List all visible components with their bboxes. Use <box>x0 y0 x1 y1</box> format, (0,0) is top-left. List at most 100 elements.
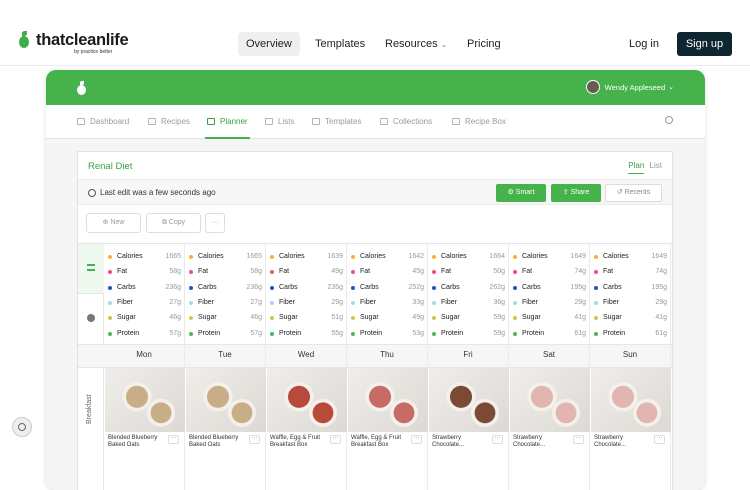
meal-image[interactable] <box>348 368 428 432</box>
tab-planner[interactable]: Planner <box>207 117 248 126</box>
view-plan[interactable]: Plan <box>628 161 645 174</box>
tab-dashboard[interactable]: Dashboard <box>77 117 129 126</box>
nutrient-name: Fiber <box>522 299 538 306</box>
tab-recipes[interactable]: Recipes <box>148 117 190 126</box>
nutrient-name: Fat <box>603 268 614 275</box>
nutrient-value: 236g <box>165 284 181 291</box>
meal-more-button[interactable]: ··· <box>330 435 341 444</box>
nutrient-row: Fat 49g <box>270 264 343 279</box>
nutrient-dot-icon <box>108 285 112 290</box>
avatar <box>585 80 600 94</box>
nutrient-row: Fiber 27g <box>189 295 262 310</box>
recipes-icon <box>148 118 156 125</box>
pie-chart-icon[interactable] <box>87 314 95 322</box>
nutrient-row: Fat 74g <box>513 264 586 279</box>
meal-image[interactable] <box>429 368 509 432</box>
nutrient-row: Fiber 29g <box>594 295 667 310</box>
meal-image[interactable] <box>105 368 185 432</box>
app-logo-icon[interactable] <box>77 81 86 95</box>
more-options-button[interactable]: ··· <box>205 213 225 233</box>
meal-image[interactable] <box>510 368 590 432</box>
meal-image[interactable] <box>186 368 266 432</box>
list-icon <box>87 264 95 271</box>
tab-recipe-box[interactable]: Recipe Box <box>452 117 506 126</box>
tab-templates[interactable]: Templates <box>312 117 361 126</box>
tab-lists[interactable]: Lists <box>265 117 294 126</box>
meal-image[interactable] <box>267 368 347 432</box>
nutrient-name: Protein <box>441 330 464 337</box>
nutrient-name: Carbs <box>441 284 460 291</box>
nutrient-name: Fiber <box>360 299 376 306</box>
meal-more-button[interactable]: ··· <box>492 435 503 444</box>
meal-name[interactable]: Strawberry Chocolate... <box>432 435 492 449</box>
nutrition-list-icon-cell[interactable] <box>78 244 104 294</box>
nutrient-row: Calories 1665 <box>108 249 181 264</box>
meal-name[interactable]: Blended Blueberry Baked Oats <box>189 435 249 449</box>
nutrient-name: Calories <box>603 253 629 260</box>
edit-status-bar: Last edit was a few seconds ago ⚙ Smart … <box>78 179 672 205</box>
box-icon <box>452 118 460 125</box>
meal-name[interactable]: Waffle, Egg & Fruit Breakfast Box <box>270 435 330 449</box>
copy-button[interactable]: ⧉ Copy <box>146 213 201 233</box>
signup-button[interactable]: Sign up <box>677 32 732 56</box>
cookie-settings-button[interactable] <box>12 417 32 437</box>
nutrient-value: 29g <box>574 299 586 306</box>
nutrient-row: Carbs 262g <box>432 280 505 295</box>
nutrient-name: Carbs <box>198 284 217 291</box>
nutrient-dot-icon <box>189 254 193 259</box>
day-name: Thu <box>380 350 394 359</box>
user-menu[interactable]: Wendy Appleseed ⌄ <box>585 80 674 94</box>
tab-label: Planner <box>220 117 248 126</box>
nav-resources[interactable]: Resources ⌄ <box>377 32 455 56</box>
plan-title[interactable]: Renal Diet <box>88 161 132 172</box>
nutrient-name: Protein <box>603 330 626 337</box>
meal-more-button[interactable]: ··· <box>168 435 179 444</box>
nutrient-name: Fat <box>522 268 533 275</box>
tab-collections[interactable]: Collections <box>380 117 432 126</box>
nutrient-row: Fat 58g <box>189 264 262 279</box>
nutrient-row: Fat 50g <box>432 264 505 279</box>
nutrient-value: 51g <box>331 314 343 321</box>
nutrient-dot-icon <box>108 269 112 274</box>
day-name: Fri <box>463 350 473 359</box>
search-icon[interactable] <box>665 116 673 124</box>
new-button[interactable]: ⊕ New <box>86 213 141 233</box>
meal-name[interactable]: Strawberry Chocolate... <box>513 435 573 449</box>
meal-more-button[interactable]: ··· <box>654 435 665 444</box>
nutrient-dot-icon <box>189 269 193 274</box>
nutrient-name: Calories <box>441 253 467 260</box>
brand-name: thatcleanlife <box>36 30 129 49</box>
meal-name[interactable]: Blended Blueberry Baked Oats <box>108 435 168 449</box>
smart-button[interactable]: ⚙ Smart <box>496 184 546 202</box>
meal-name[interactable]: Waffle, Egg & Fruit Breakfast Box <box>351 435 411 449</box>
nutrient-value: 1664 <box>489 253 505 260</box>
day-name: Tue <box>218 350 232 359</box>
nutrient-name: Calories <box>360 253 386 260</box>
nutrient-dot-icon <box>189 331 193 336</box>
meal-more-button[interactable]: ··· <box>573 435 584 444</box>
nutrient-name: Protein <box>279 330 302 337</box>
brand-logo[interactable]: thatcleanlife by practice better <box>18 30 129 55</box>
view-list[interactable]: List <box>650 161 662 170</box>
nutrient-dot-icon <box>513 300 517 305</box>
meal-more-button[interactable]: ··· <box>249 435 260 444</box>
day-column: Calories 1642 Fat 45g Carbs 252g Fiber 33g Sugar… <box>347 244 428 490</box>
login-button[interactable]: Log in <box>624 33 664 55</box>
meal-more-button[interactable]: ··· <box>411 435 422 444</box>
meal-image[interactable] <box>591 368 671 432</box>
share-button[interactable]: ⇪ Share <box>551 184 601 202</box>
nutrient-name: Carbs <box>279 284 298 291</box>
leaf-logo-icon <box>18 31 30 48</box>
day-column: Calories 1665 Fat 58g Carbs 236g Fiber 27g Sugar… <box>185 244 266 490</box>
nutrient-name: Protein <box>117 330 140 337</box>
meal-name[interactable]: Strawberry Chocolate... <box>594 435 654 449</box>
nav-overview[interactable]: Overview <box>238 32 300 56</box>
cookie-icon <box>18 423 26 431</box>
nutrient-row: Fiber 29g <box>270 295 343 310</box>
nav-pricing[interactable]: Pricing <box>459 32 509 56</box>
recents-button[interactable]: ↺ Recents <box>605 184 662 202</box>
nav-templates[interactable]: Templates <box>307 32 373 56</box>
day-column: Calories 1649 Fat 74g Carbs 195g Fiber 29g Sugar… <box>509 244 590 490</box>
nutrient-dot-icon <box>594 285 598 290</box>
nutrient-row: Sugar 49g <box>351 310 424 325</box>
